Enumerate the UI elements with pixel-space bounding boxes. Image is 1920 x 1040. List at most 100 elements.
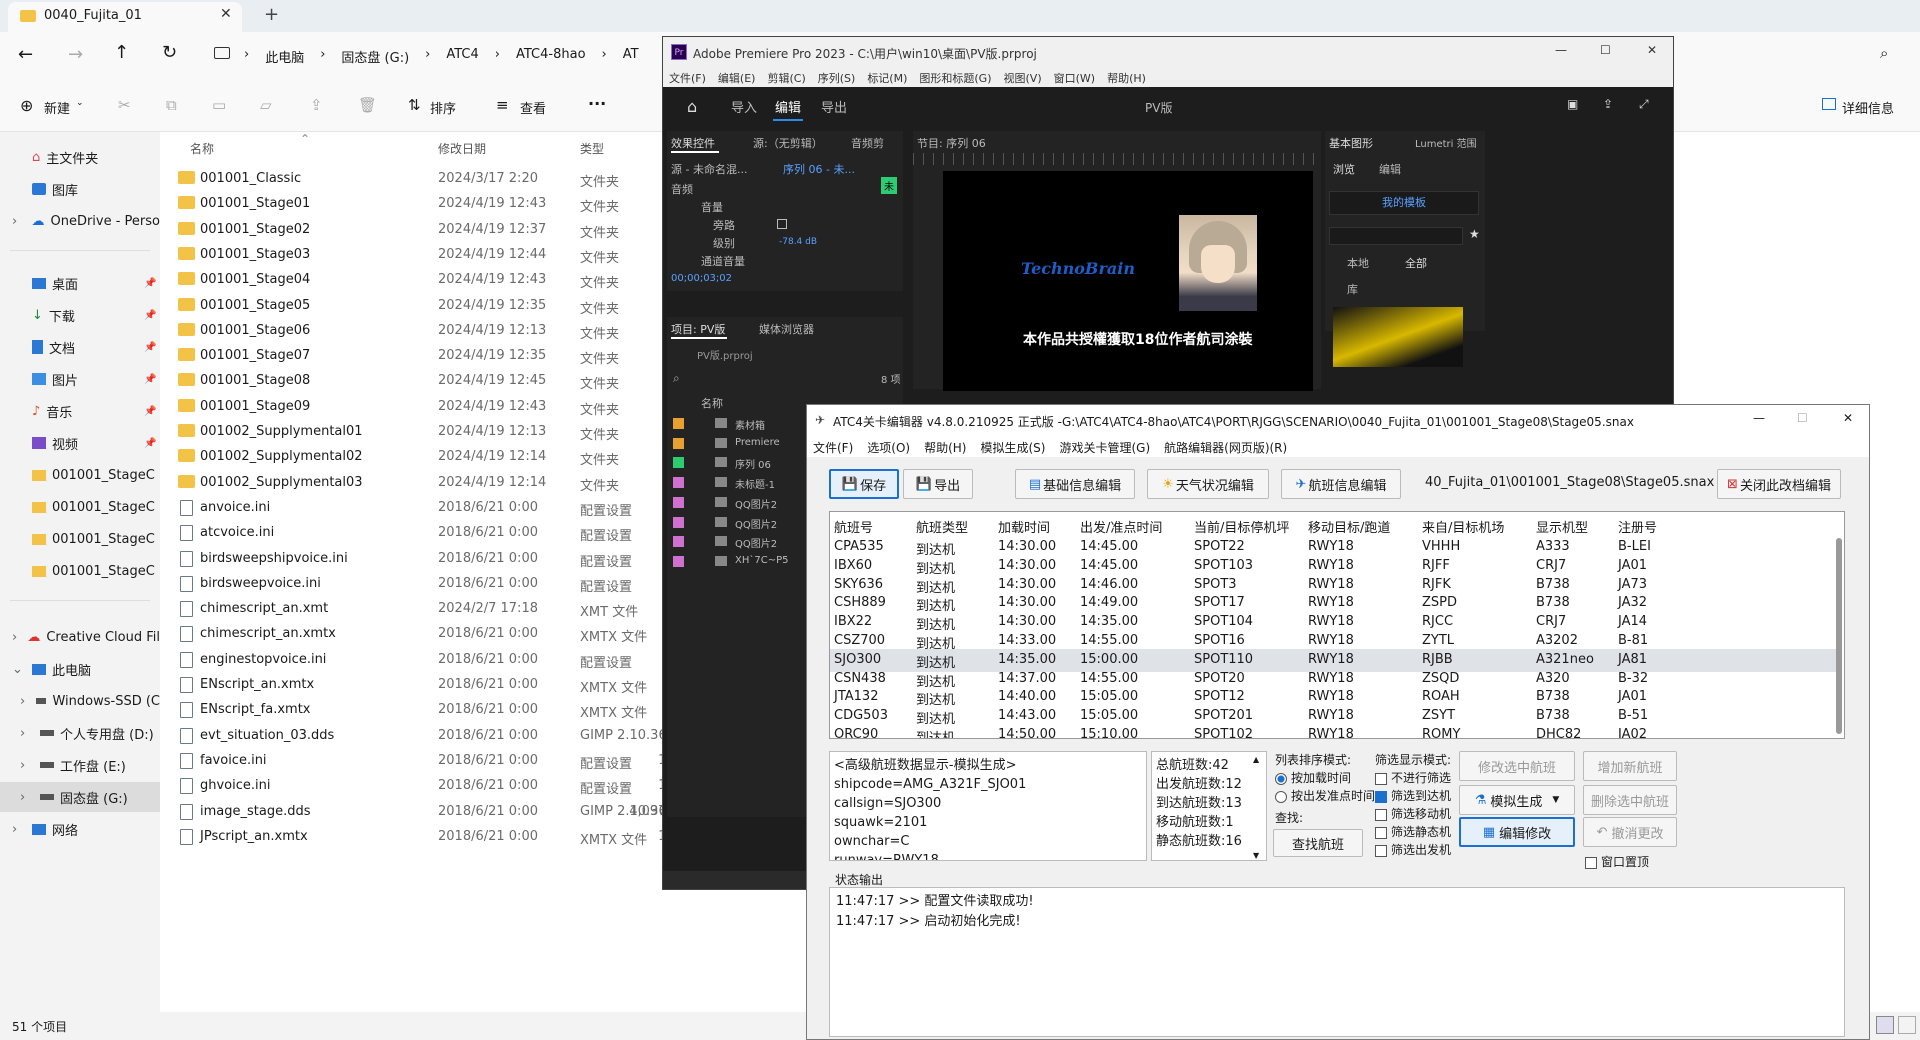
flight-info-button[interactable]: ✈ 航班信息编辑: [1281, 469, 1401, 499]
home-icon[interactable]: ⌂: [687, 97, 697, 116]
basic-info-button[interactable]: ▤ 基础信息编辑: [1015, 469, 1135, 499]
share-icon[interactable]: ⇪: [310, 96, 323, 114]
save-button[interactable]: 💾 保存: [829, 469, 899, 499]
breadcrumb-item[interactable]: AT: [623, 47, 639, 66]
explorer-tab[interactable]: 0040_Fujita_01 ✕: [8, 2, 242, 32]
minimize-icon[interactable]: —: [1753, 411, 1765, 425]
column-header-name[interactable]: 名称: [190, 140, 214, 157]
cut-icon[interactable]: ✂: [118, 96, 131, 114]
sidebar-item-drive-g[interactable]: › 固态盘 (G:): [0, 782, 160, 812]
nav-edit[interactable]: 编辑: [775, 97, 801, 116]
up-icon[interactable]: ↑: [114, 42, 129, 63]
sidebar-item-videos[interactable]: 视频 📌: [0, 428, 160, 458]
tab-source[interactable]: 源:（无剪辑）: [753, 135, 823, 151]
tile-view-icon[interactable]: [1898, 1016, 1916, 1034]
export-button[interactable]: 💾 导出: [903, 469, 973, 499]
details-button[interactable]: 详细信息: [1842, 98, 1894, 117]
scroll-up-icon[interactable]: ▲: [1253, 755, 1259, 764]
sidebar-item-documents[interactable]: 文档 📌: [0, 332, 160, 362]
simulate-button[interactable]: ⚗ 模拟生成 ▼: [1459, 785, 1575, 815]
star-icon[interactable]: ★: [1469, 227, 1480, 241]
add-flight-button[interactable]: 增加新航班: [1583, 751, 1677, 781]
sidebar-item-drive-c[interactable]: › Windows-SSD (C: [0, 686, 160, 716]
grid-row[interactable]: ORC90 到达机 14:50.00 15:10.00 SPOT102 RWY18 ROMY…: [830, 724, 1840, 738]
template-thumbnail[interactable]: [1333, 307, 1463, 367]
forward-icon[interactable]: →: [68, 44, 83, 65]
find-flight-button[interactable]: 查找航班: [1273, 829, 1363, 857]
grid-column-header[interactable]: 航班号: [834, 517, 873, 536]
menu-item[interactable]: 航路编辑器(网页版)(R): [1164, 439, 1287, 456]
bypass-checkbox[interactable]: [777, 219, 787, 229]
tab-audio-clip[interactable]: 音频剪: [851, 135, 884, 151]
share-icon[interactable]: ⇪: [1603, 97, 1613, 111]
nav-import[interactable]: 导入: [731, 97, 757, 116]
sidebar-item-stage[interactable]: 001001_StageC: [0, 524, 160, 554]
undo-button[interactable]: ↶ 撤消更改: [1583, 817, 1677, 847]
scroll-down-icon[interactable]: ▼: [1253, 851, 1259, 860]
tab-effect-controls[interactable]: 效果控件: [671, 135, 715, 151]
grid-column-header[interactable]: 来自/目标机场: [1422, 517, 1504, 536]
tab-media-browser[interactable]: 媒体浏览器: [759, 321, 814, 337]
menu-item[interactable]: 剪辑(C): [767, 70, 805, 86]
grid-column-header[interactable]: 显示机型: [1536, 517, 1588, 536]
quick-export-icon[interactable]: ▣: [1567, 97, 1578, 111]
sidebar-item-music[interactable]: ♪ 音乐 📌: [0, 396, 160, 426]
copy-icon[interactable]: ⧉: [166, 96, 177, 114]
grid-column-header[interactable]: 注册号: [1618, 517, 1657, 536]
tab-basic-graphics[interactable]: 基本图形: [1329, 135, 1373, 151]
close-icon[interactable]: ✕: [1647, 43, 1657, 57]
sidebar-item-network[interactable]: › 网络: [0, 814, 160, 844]
sidebar-item-creative-cloud[interactable]: › ☁ Creative Cloud Fil: [0, 622, 160, 652]
menu-item[interactable]: 序列(S): [818, 70, 856, 86]
maximize-icon[interactable]: ☐: [1797, 411, 1808, 425]
sidebar-item-drive-d[interactable]: › 个人专用盘 (D:): [0, 718, 160, 748]
minimize-icon[interactable]: —: [1555, 43, 1567, 57]
menu-item[interactable]: 帮助(H): [1107, 70, 1146, 86]
menu-item[interactable]: 编辑(E): [718, 70, 756, 86]
delete-icon[interactable]: 🗑: [358, 96, 377, 114]
grid-column-header[interactable]: 移动目标/跑道: [1308, 517, 1390, 536]
nav-export[interactable]: 导出: [821, 97, 847, 116]
back-icon[interactable]: ←: [18, 44, 33, 65]
grid-column-header[interactable]: 加载时间: [998, 517, 1050, 536]
sort-by-dep[interactable]: 按出发准点时间: [1275, 787, 1375, 804]
view-button[interactable]: 查看: [520, 98, 546, 117]
menu-item[interactable]: 标记(M): [867, 70, 907, 86]
sidebar-item-pictures[interactable]: 图片 📌: [0, 364, 160, 394]
filter-static[interactable]: 筛选静态机: [1375, 823, 1451, 840]
menu-item[interactable]: 视图(V): [1004, 70, 1042, 86]
fullscreen-icon[interactable]: ⤢: [1639, 97, 1649, 112]
tab-browse[interactable]: 浏览: [1333, 161, 1355, 177]
delete-selected-button[interactable]: 删除选中航班: [1583, 785, 1677, 815]
sidebar-item-stage[interactable]: 001001_StageC: [0, 492, 160, 522]
weather-button[interactable]: ☀ 天气状况编辑: [1147, 469, 1269, 499]
more-button[interactable]: ···: [588, 94, 606, 113]
search-icon[interactable]: ⌕: [673, 371, 680, 386]
sort-button[interactable]: 排序: [430, 98, 456, 117]
menu-item[interactable]: 模拟生成(S): [980, 439, 1045, 456]
edit-modify-button[interactable]: ▦ 编辑修改: [1459, 817, 1575, 847]
modify-selected-button[interactable]: 修改选中航班: [1459, 751, 1575, 781]
sidebar-item-this-pc[interactable]: ⌄ 此电脑: [0, 654, 160, 684]
sidebar-item-gallery[interactable]: 图库: [0, 174, 160, 204]
grid-column-header[interactable]: 当前/目标停机坪: [1194, 517, 1289, 536]
close-edit-button[interactable]: ⊠ 关闭此改档编辑: [1717, 469, 1841, 499]
menu-item[interactable]: 窗口(W): [1054, 70, 1095, 86]
dropdown-icon[interactable]: ▼: [1552, 795, 1559, 805]
topmost-checkbox[interactable]: 窗口置顶: [1585, 853, 1649, 870]
filter-arrival[interactable]: 筛选到达机: [1375, 787, 1451, 804]
tab-edit[interactable]: 编辑: [1379, 161, 1401, 177]
sort-by-load[interactable]: 按加载时间: [1275, 769, 1351, 786]
list-view-icon[interactable]: [1876, 1016, 1894, 1034]
filter-departure[interactable]: 筛选出发机: [1375, 841, 1451, 858]
rename-icon[interactable]: ▱: [260, 96, 272, 114]
menu-item[interactable]: 文件(F): [669, 70, 706, 86]
search-icon[interactable]: ⌕: [1880, 44, 1888, 62]
tab-project[interactable]: 项目: PV版: [671, 321, 725, 337]
menu-item[interactable]: 选项(O): [867, 439, 910, 456]
sidebar-item-desktop[interactable]: 桌面 📌: [0, 268, 160, 298]
close-icon[interactable]: ✕: [1843, 411, 1853, 425]
sidebar-item-home[interactable]: ⌂ 主文件夹: [0, 142, 160, 172]
sidebar-item-onedrive[interactable]: › ☁ OneDrive - Perso: [0, 206, 160, 236]
all-dropdown[interactable]: 全部: [1405, 255, 1427, 271]
